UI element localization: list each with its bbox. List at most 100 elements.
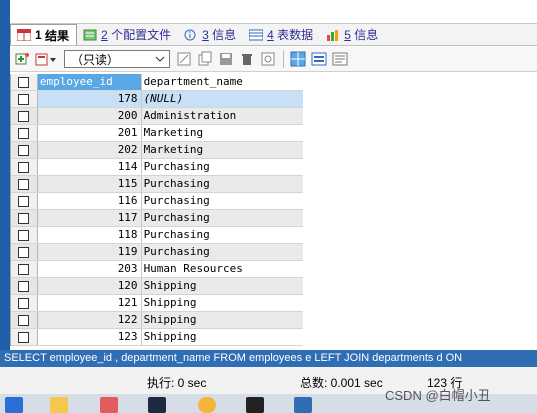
cell-department-name[interactable]: Marketing bbox=[142, 142, 303, 158]
row-checkbox[interactable] bbox=[18, 331, 30, 343]
cell-department-name[interactable]: Purchasing bbox=[142, 227, 303, 243]
select-all-checkbox[interactable] bbox=[18, 76, 30, 88]
cell-employee-id[interactable]: 178 bbox=[37, 91, 142, 107]
duplicate-icon[interactable] bbox=[197, 51, 213, 67]
file-explorer-icon[interactable] bbox=[50, 397, 68, 413]
cell-department-name[interactable]: Purchasing bbox=[142, 159, 303, 175]
add-row-icon[interactable] bbox=[14, 51, 30, 67]
table-row[interactable]: 118 Purchasing bbox=[11, 227, 303, 244]
cell-department-name[interactable]: Shipping bbox=[142, 295, 303, 311]
row-checkbox[interactable] bbox=[18, 212, 30, 224]
form-view-icon[interactable] bbox=[311, 51, 327, 67]
cell-employee-id[interactable]: 122 bbox=[38, 312, 142, 328]
cell-employee-id[interactable]: 119 bbox=[38, 244, 142, 260]
cell-employee-id[interactable]: 120 bbox=[38, 278, 142, 294]
table-row[interactable]: 120 Shipping bbox=[11, 278, 303, 295]
text-view-icon[interactable] bbox=[332, 51, 348, 67]
table-row[interactable]: 201 Marketing bbox=[11, 125, 303, 142]
sqlyog-icon[interactable] bbox=[294, 397, 312, 413]
cell-department-name[interactable]: Shipping bbox=[142, 329, 303, 345]
store-icon[interactable] bbox=[100, 397, 118, 413]
chrome-icon[interactable] bbox=[198, 397, 216, 413]
table-row[interactable]: 123 Shipping bbox=[11, 329, 303, 346]
tab-info[interactable]: 3 信息 bbox=[178, 24, 243, 45]
cell-employee-id[interactable]: 114 bbox=[38, 159, 142, 175]
cell-employee-id[interactable]: 117 bbox=[38, 210, 142, 226]
sql-query-text: SELECT employee_id , department_name FRO… bbox=[0, 350, 537, 367]
editor-area[interactable] bbox=[10, 0, 537, 24]
tab-results[interactable]: 1 结果 bbox=[10, 24, 78, 45]
row-checkbox[interactable] bbox=[18, 314, 30, 326]
table-row[interactable]: 116 Purchasing bbox=[11, 193, 303, 210]
grid-body: 178 (NULL) 200 Administration 201 Marketing 20… bbox=[11, 91, 303, 346]
column-header-employee-id[interactable]: employee_id bbox=[37, 74, 142, 90]
cell-employee-id[interactable]: 118 bbox=[38, 227, 142, 243]
row-checkbox[interactable] bbox=[18, 246, 30, 258]
watermark-text: CSDN @白帽小丑 bbox=[385, 388, 491, 403]
info-icon bbox=[184, 29, 198, 41]
row-checkbox[interactable] bbox=[18, 127, 30, 139]
table-row[interactable]: 203 Human Resources bbox=[11, 261, 303, 278]
cell-employee-id[interactable]: 203 bbox=[38, 261, 142, 277]
table-row[interactable]: 114 Purchasing bbox=[11, 159, 303, 176]
table-row[interactable]: 122 Shipping bbox=[11, 312, 303, 329]
cell-employee-id[interactable]: 202 bbox=[38, 142, 142, 158]
tab-info-2[interactable]: 5 信息 bbox=[320, 24, 385, 45]
row-checkbox[interactable] bbox=[18, 195, 30, 207]
table-row[interactable]: 119 Purchasing bbox=[11, 244, 303, 261]
result-grid: employee_id department_name 178 (NULL) 200… bbox=[10, 74, 303, 346]
cell-employee-id[interactable]: 116 bbox=[38, 193, 142, 209]
table-row[interactable]: 202 Marketing bbox=[11, 142, 303, 159]
cell-department-name[interactable]: Marketing bbox=[142, 125, 303, 141]
cell-department-name[interactable]: Purchasing bbox=[142, 193, 303, 209]
table-row[interactable]: 200 Administration bbox=[11, 108, 303, 125]
total-time: 总数: 0.001 sec bbox=[300, 376, 383, 390]
terminal-icon[interactable] bbox=[246, 397, 264, 413]
row-checkbox[interactable] bbox=[18, 110, 30, 122]
table-row[interactable]: 178 (NULL) bbox=[11, 91, 303, 108]
tab-profiles[interactable]: 2 个配置文件 bbox=[77, 24, 178, 45]
row-checkbox[interactable] bbox=[18, 297, 30, 309]
delete-icon[interactable] bbox=[239, 51, 255, 67]
export-dropdown-icon[interactable] bbox=[35, 51, 57, 67]
edit-icon[interactable] bbox=[176, 51, 192, 67]
cell-department-name[interactable]: Purchasing bbox=[142, 244, 303, 260]
cell-department-name[interactable]: Administration bbox=[142, 108, 303, 124]
profile-icon bbox=[83, 29, 97, 41]
cell-department-name[interactable]: (NULL) bbox=[141, 91, 303, 107]
refresh-icon[interactable] bbox=[260, 51, 276, 67]
chevron-down-icon bbox=[155, 52, 165, 66]
row-checkbox[interactable] bbox=[18, 144, 30, 156]
mail-icon[interactable] bbox=[148, 397, 166, 413]
cell-department-name[interactable]: Shipping bbox=[142, 278, 303, 294]
row-checkbox[interactable] bbox=[18, 178, 30, 190]
row-checkbox[interactable] bbox=[18, 161, 30, 173]
exec-time: 执行: 0 sec bbox=[147, 376, 207, 390]
cell-employee-id[interactable]: 121 bbox=[38, 295, 142, 311]
grid-view-icon[interactable] bbox=[290, 51, 306, 67]
cell-department-name[interactable]: Purchasing bbox=[142, 210, 303, 226]
windows-start-icon[interactable] bbox=[5, 397, 23, 413]
table-row[interactable]: 115 Purchasing bbox=[11, 176, 303, 193]
row-checkbox[interactable] bbox=[18, 229, 30, 241]
cell-employee-id[interactable]: 201 bbox=[38, 125, 142, 141]
save-icon[interactable] bbox=[218, 51, 234, 67]
result-mode-select[interactable]: （只读） bbox=[64, 50, 170, 68]
table-row[interactable]: 117 Purchasing bbox=[11, 210, 303, 227]
result-tabs: 1 结果 2 个配置文件 3 信息 4 表数据 5 信息 bbox=[10, 24, 537, 46]
table-icon bbox=[248, 29, 264, 41]
cell-department-name[interactable]: Shipping bbox=[142, 312, 303, 328]
table-row[interactable]: 121 Shipping bbox=[11, 295, 303, 312]
cell-department-name[interactable]: Purchasing bbox=[142, 176, 303, 192]
grid-header: employee_id department_name bbox=[11, 74, 303, 91]
tab-table-data[interactable]: 4 表数据 bbox=[243, 24, 320, 45]
cell-employee-id[interactable]: 200 bbox=[38, 108, 142, 124]
row-checkbox[interactable] bbox=[18, 263, 30, 275]
row-checkbox[interactable] bbox=[18, 93, 30, 105]
cell-employee-id[interactable]: 123 bbox=[38, 329, 142, 345]
column-header-department-name[interactable]: department_name bbox=[141, 74, 303, 90]
cell-department-name[interactable]: Human Resources bbox=[142, 261, 303, 277]
chart-icon bbox=[326, 29, 340, 41]
cell-employee-id[interactable]: 115 bbox=[38, 176, 142, 192]
row-checkbox[interactable] bbox=[18, 280, 30, 292]
